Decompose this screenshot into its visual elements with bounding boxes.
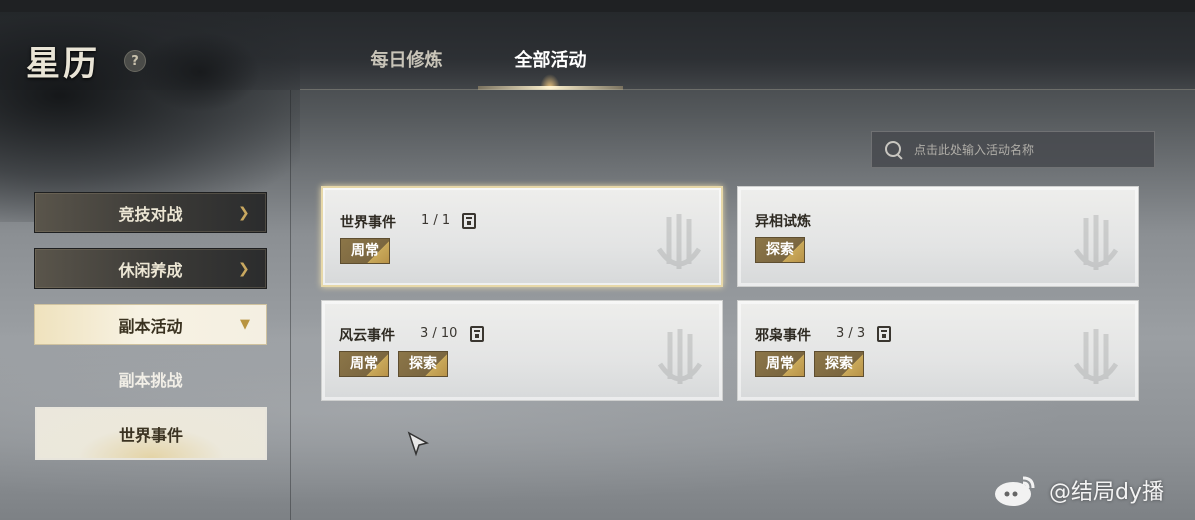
sidebar-item-label: 副本活动 xyxy=(118,316,183,336)
top-bar xyxy=(0,0,1195,12)
activity-card-world-events[interactable]: 世界事件 1 / 1 周常 xyxy=(321,186,723,287)
activity-title: 世界事件 xyxy=(340,215,396,231)
activity-title: 异相试炼 xyxy=(755,214,811,230)
activity-card-storm-events[interactable]: 风云事件 3 / 10 周常 探索 xyxy=(321,300,723,401)
tag-explore: 探索 xyxy=(814,351,864,377)
sidebar-divider xyxy=(290,90,291,520)
page-title: 星历 xyxy=(26,44,100,84)
sidebar-item-label: 竞技对战 xyxy=(118,204,183,224)
search-input[interactable] xyxy=(914,142,1144,157)
search-icon xyxy=(884,140,904,160)
watermark: @结局dy播 xyxy=(993,468,1164,512)
search-box[interactable] xyxy=(871,131,1155,168)
emblem-watermark-icon xyxy=(656,214,702,269)
activity-count: 1 / 1 xyxy=(421,213,451,228)
emblem-watermark-icon xyxy=(1073,329,1119,384)
tag-weekly: 周常 xyxy=(339,351,389,377)
chevron-right-icon: ❯ xyxy=(238,261,250,277)
emblem-watermark-icon xyxy=(657,329,703,384)
header-divider xyxy=(300,89,1195,90)
tag-weekly: 周常 xyxy=(755,351,805,377)
tag-explore: 探索 xyxy=(398,351,448,377)
calendar-icon xyxy=(877,326,891,342)
activity-card-anomaly-trial[interactable]: 异相试炼 探索 xyxy=(737,186,1139,287)
sidebar-item-label: 休闲养成 xyxy=(118,260,183,280)
emblem-watermark-icon xyxy=(1073,215,1119,270)
calendar-icon xyxy=(462,213,476,229)
chevron-down-icon: ▼ xyxy=(240,317,250,332)
chevron-right-icon: ❯ xyxy=(238,205,250,221)
activity-count: 3 / 10 xyxy=(420,326,458,341)
tag-explore: 探索 xyxy=(755,237,805,263)
watermark-text: @结局dy播 xyxy=(1049,480,1164,505)
tag-weekly: 周常 xyxy=(340,238,390,264)
sidebar-item-leisure[interactable]: 休闲养成 ❯ xyxy=(34,248,267,289)
tab-daily-training[interactable]: 每日修炼 xyxy=(334,40,479,90)
tab-all-activities[interactable]: 全部活动 xyxy=(478,40,623,90)
sidebar-item-dungeon-activities[interactable]: 副本活动 ▼ xyxy=(34,304,267,345)
activity-card-evil-owl-events[interactable]: 邪枭事件 3 / 3 周常 探索 xyxy=(737,300,1139,401)
activity-title: 风云事件 xyxy=(339,328,395,344)
sidebar-item-arena[interactable]: 竞技对战 ❯ xyxy=(34,192,267,233)
calendar-icon xyxy=(470,326,484,342)
sidebar-subitem-dungeon-challenge[interactable]: 副本挑战 xyxy=(34,358,267,399)
help-icon[interactable]: ? xyxy=(124,50,146,72)
activity-count: 3 / 3 xyxy=(836,326,866,341)
mouse-cursor-icon xyxy=(407,431,430,457)
sidebar-item-label: 世界事件 xyxy=(118,425,183,445)
weibo-logo-icon xyxy=(995,476,1035,506)
sidebar-subitem-world-events[interactable]: 世界事件 xyxy=(35,407,267,460)
activity-title: 邪枭事件 xyxy=(755,328,811,344)
sidebar-item-label: 副本挑战 xyxy=(118,370,183,390)
